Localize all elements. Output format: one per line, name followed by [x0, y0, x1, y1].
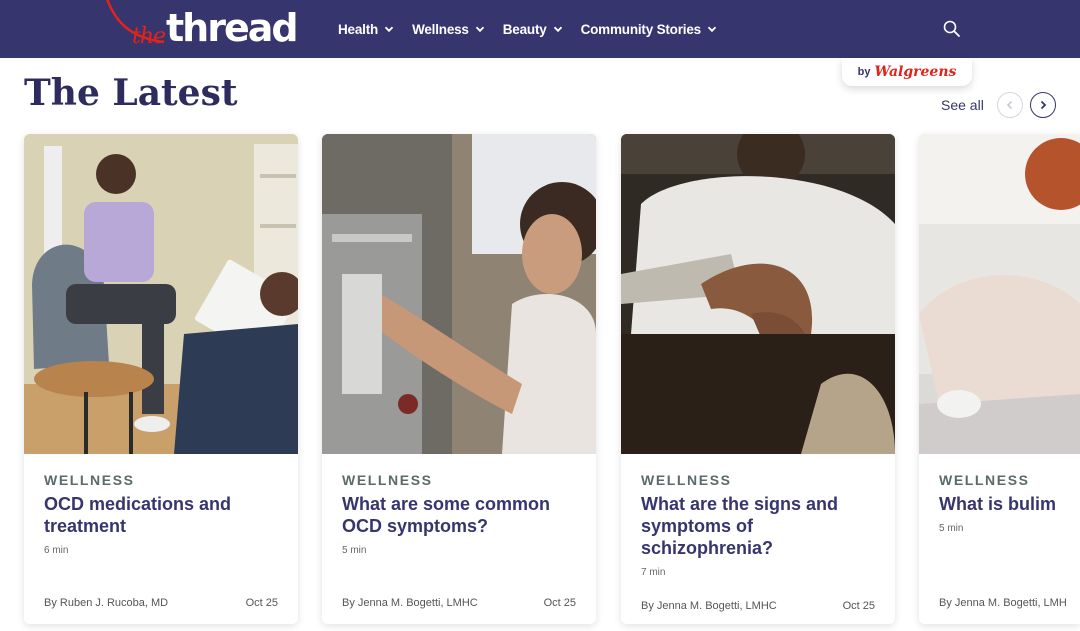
article-title: What are some common OCD symptoms?	[342, 494, 551, 536]
carousel-prev-button[interactable]	[997, 92, 1023, 118]
chevron-right-icon	[1040, 100, 1047, 110]
article-card[interactable]: WELLNESS What is bulim 5 min By Jenna M.…	[919, 134, 1080, 624]
article-read-time: 7 min	[641, 567, 666, 578]
logo-word: thread	[166, 6, 299, 50]
logo-prefix: the	[132, 24, 166, 49]
article-author: By Jenna M. Bogetti, LMHC	[342, 597, 478, 609]
nav-item-health[interactable]: Health	[338, 22, 394, 37]
article-read-time: 5 min	[939, 523, 964, 534]
article-title: What are the signs and symptoms of schiz…	[641, 494, 839, 558]
chevron-down-icon	[707, 26, 717, 33]
main-nav: Health Wellness Beauty Community Stories	[338, 0, 735, 58]
article-date: Oct 25	[245, 597, 278, 609]
nav-item-label: Community Stories	[580, 21, 702, 37]
article-image	[24, 134, 298, 454]
article-category: WELLNESS	[342, 472, 433, 488]
article-title: What is bulim	[939, 494, 1056, 514]
article-title: OCD medications and treatment	[44, 494, 232, 536]
by-walgreens-badge[interactable]: by Walgreens	[842, 58, 972, 86]
carousel-next-button[interactable]	[1030, 92, 1056, 118]
see-all-link[interactable]: See all	[941, 97, 984, 113]
site-logo[interactable]: the thread	[104, 0, 304, 58]
badge-by-text: by	[857, 66, 871, 78]
article-card[interactable]: WELLNESS What are some common OCD sympto…	[322, 134, 596, 624]
article-category: WELLNESS	[939, 472, 1030, 488]
chevron-down-icon	[384, 26, 394, 33]
nav-item-label: Health	[338, 21, 379, 37]
article-image	[322, 134, 596, 454]
nav-item-wellness[interactable]: Wellness	[412, 22, 485, 37]
article-date: Oct 25	[842, 600, 875, 612]
article-read-time: 5 min	[342, 545, 367, 556]
article-category: WELLNESS	[44, 472, 135, 488]
site-header: the thread Health Wellness Beauty Commun…	[0, 0, 1080, 58]
article-card[interactable]: WELLNESS What are the signs and symptoms…	[621, 134, 895, 624]
chevron-down-icon	[475, 26, 484, 33]
article-author: By Ruben J. Rucoba, MD	[44, 597, 169, 609]
article-image	[919, 134, 1080, 454]
article-read-time: 6 min	[44, 545, 69, 556]
article-author: By Jenna M. Bogetti, LMHC	[641, 600, 777, 612]
chevron-left-icon	[1006, 100, 1013, 110]
walgreens-logo: Walgreens	[874, 64, 957, 80]
nav-item-beauty[interactable]: Beauty	[503, 22, 563, 37]
article-image	[621, 134, 895, 454]
search-icon[interactable]	[942, 19, 962, 39]
article-category: WELLNESS	[641, 472, 732, 488]
article-author: By Jenna M. Bogetti, LMH	[939, 597, 1067, 609]
article-date: Oct 25	[543, 597, 576, 609]
nav-item-label: Wellness	[412, 21, 469, 37]
nav-item-label: Beauty	[502, 21, 547, 37]
article-card[interactable]: WELLNESS OCD medications and treatment 6…	[24, 134, 298, 624]
nav-item-community-stories[interactable]: Community Stories	[581, 22, 717, 37]
section-title: The Latest	[24, 72, 238, 114]
chevron-down-icon	[553, 26, 562, 33]
